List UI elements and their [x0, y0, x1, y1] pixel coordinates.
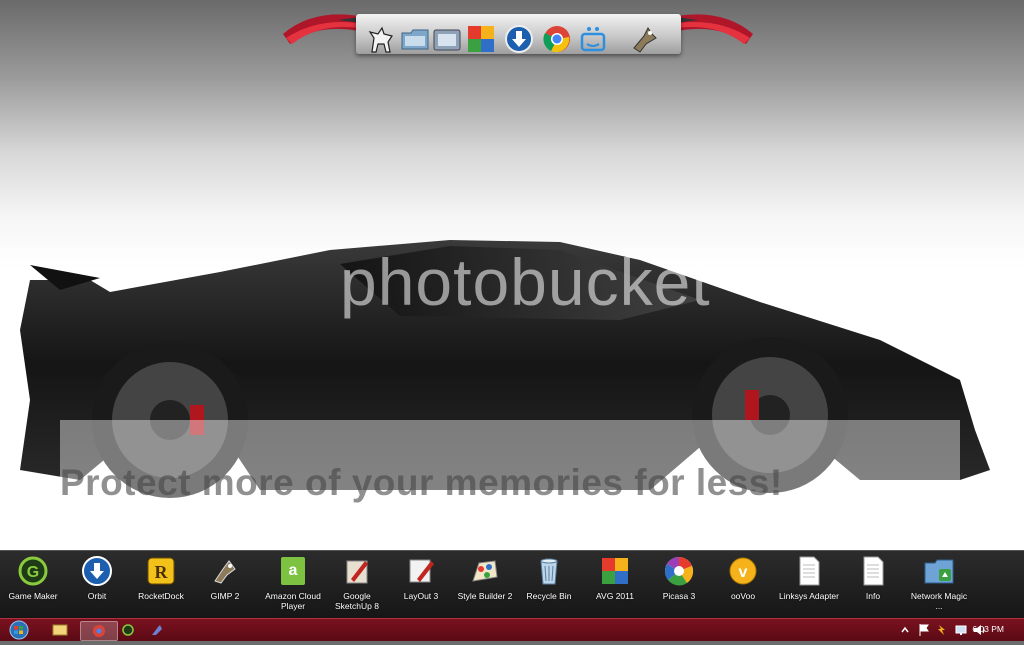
gimp-icon: [152, 625, 162, 635]
recycle-bin-icon: [540, 558, 558, 585]
svg-text:v: v: [739, 564, 748, 581]
dock-item-label: LayOut 3: [403, 591, 439, 601]
amazon-icon: a: [281, 557, 305, 585]
svg-text:G: G: [27, 564, 39, 581]
folder-icon[interactable]: [400, 24, 430, 54]
dock-item-orbit[interactable]: Orbit: [66, 555, 128, 601]
rocketdock-icon: R: [147, 557, 175, 585]
screenshot-icon[interactable]: [432, 24, 462, 54]
dock-item-label: GIMP 2: [210, 591, 240, 601]
svg-text:R: R: [155, 562, 169, 582]
dock-item-linksys-adapter[interactable]: Linksys Adapter: [778, 555, 840, 601]
dock-item-google-sketchup[interactable]: Google SketchUp 8: [326, 555, 388, 611]
dock-item-rocketdock[interactable]: R RocketDock: [130, 555, 192, 601]
layout-icon: [409, 559, 434, 583]
taskbar-button-chrome[interactable]: [80, 621, 118, 641]
chrome-icon: [93, 625, 105, 637]
orbit-icon: [82, 556, 112, 586]
document-icon: [799, 556, 820, 586]
robot-face-icon[interactable]: [578, 24, 608, 54]
document-icon: [863, 556, 884, 586]
taskbar-button-gimp[interactable]: [146, 621, 182, 639]
top-dock: [278, 0, 758, 62]
dock-item-label: ooVoo: [730, 591, 756, 601]
dock-item-recycle-bin[interactable]: Recycle Bin: [518, 555, 580, 601]
dock-item-label: Amazon Cloud Player: [265, 591, 321, 611]
watermark-text: Protect more of your memories for less!: [60, 462, 783, 503]
dock-item-layout[interactable]: LayOut 3: [390, 555, 452, 601]
dock-item-amazon-cloud-player[interactable]: a Amazon Cloud Player: [262, 555, 324, 611]
dock-item-oovoo[interactable]: v ooVoo: [712, 555, 774, 601]
unicorn-icon[interactable]: [366, 24, 396, 54]
taskbar: 6:03 PM: [0, 618, 1024, 641]
network-icon[interactable]: [954, 623, 968, 637]
dock-item-label: Game Maker: [8, 591, 58, 601]
svg-text:a: a: [289, 562, 298, 579]
windows-start-icon[interactable]: [6, 620, 32, 640]
dock-item-label: Network Magic ...: [910, 591, 968, 611]
dock-item-label: RocketDock: [138, 591, 184, 601]
dock-item-picasa[interactable]: Picasa 3: [648, 555, 710, 601]
dock-item-network-magic[interactable]: Network Magic ...: [908, 555, 970, 611]
avg-icon: [602, 558, 628, 584]
dock-item-label: Orbit: [87, 591, 107, 601]
dock-item-game-maker[interactable]: G Game Maker: [2, 555, 64, 601]
dock-item-label: AVG 2011: [596, 591, 634, 601]
dock-item-info[interactable]: Info: [842, 555, 904, 601]
sketchup-icon: [346, 560, 368, 584]
dock-item-avg[interactable]: AVG 2011: [584, 555, 646, 601]
dock-item-label: Info: [865, 591, 881, 601]
dock-item-label: Picasa 3: [662, 591, 696, 601]
dock-item-label: Style Builder 2: [457, 591, 513, 601]
dock-item-label: Recycle Bin: [526, 591, 572, 601]
dock-item-style-builder[interactable]: Style Builder 2: [454, 555, 516, 601]
power-icon[interactable]: [936, 623, 948, 637]
style-builder-icon: [472, 560, 498, 582]
gimp-icon: [214, 560, 236, 584]
chrome-icon[interactable]: [542, 24, 572, 54]
dock-item-label: Linksys Adapter: [778, 591, 839, 601]
oovoo-icon: v: [729, 557, 757, 585]
taskbar-button-explorer[interactable]: [42, 621, 78, 639]
picasa-icon: [664, 557, 694, 586]
taskbar-clock[interactable]: 6:03 PM: [972, 624, 1004, 634]
avg-icon[interactable]: [466, 24, 496, 54]
dock-item-gimp[interactable]: GIMP 2: [194, 555, 256, 601]
gimp-icon[interactable]: [630, 24, 660, 54]
system-tray: 6:03 PM: [874, 619, 1024, 641]
action-center-flag-icon[interactable]: [918, 623, 930, 637]
bottom-dock: G Game Maker Orbit R RocketDock GIMP 2 a…: [0, 550, 1024, 620]
explorer-icon: [52, 624, 68, 636]
chevron-up-icon[interactable]: [900, 624, 910, 636]
network-magic-icon: [924, 559, 954, 584]
watermark-logo: photobucket: [340, 245, 711, 319]
game-maker-icon: G: [18, 556, 48, 586]
dock-item-label: Google SketchUp 8: [335, 591, 379, 611]
orbit-download-icon[interactable]: [504, 24, 534, 54]
